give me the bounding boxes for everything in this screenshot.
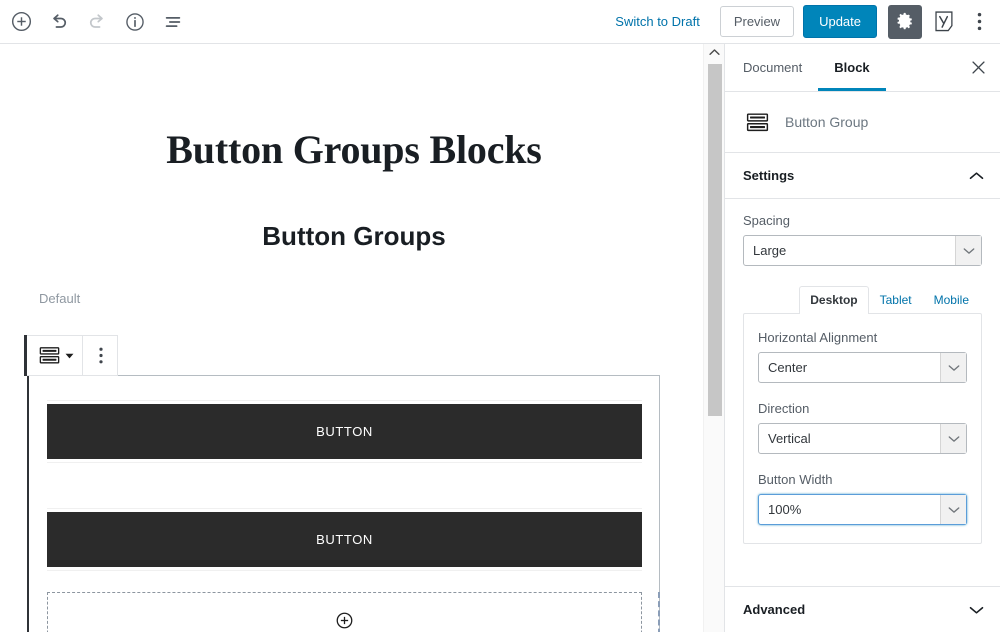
redo-button[interactable] — [78, 4, 116, 40]
block-toolbar — [24, 335, 118, 376]
undo-arrow-icon — [48, 11, 70, 33]
close-sidebar-button[interactable] — [956, 44, 1000, 91]
kebab-menu-icon — [977, 12, 982, 31]
button-item-top-guide — [47, 400, 642, 401]
block-settings-sidebar: Document Block Button Group Settings Spa… — [724, 44, 1000, 632]
list-view-icon — [162, 11, 184, 33]
close-icon — [971, 60, 986, 75]
add-block-button[interactable] — [2, 4, 40, 40]
horizontal-alignment-field: Horizontal Alignment Center — [758, 330, 967, 383]
spacing-value: Large — [753, 243, 787, 258]
button-item-bottom-guide — [47, 462, 642, 463]
chevron-down-icon — [955, 236, 981, 265]
device-tab-tablet[interactable]: Tablet — [869, 286, 923, 314]
editor-content: Button Groups Blocks Button Groups Defau… — [0, 44, 708, 632]
advanced-section-header[interactable]: Advanced — [725, 587, 1000, 632]
editor-scrollbar[interactable] — [703, 44, 724, 632]
editor-top-toolbar: Switch to Draft Preview Update — [0, 0, 1000, 44]
button-item-top-guide — [47, 508, 642, 509]
direction-value: Vertical — [768, 431, 811, 446]
block-appender-area[interactable] — [47, 592, 642, 632]
chevron-down-icon — [940, 495, 966, 524]
editor-button-2[interactable]: BUTTON — [47, 512, 642, 567]
block-toolbar-type-group — [27, 336, 83, 375]
direction-field: Direction Vertical — [758, 401, 967, 454]
gear-icon — [896, 12, 915, 31]
button-group-icon — [743, 108, 771, 136]
spacing-field: Spacing Large — [743, 213, 982, 266]
horizontal-alignment-select[interactable]: Center — [758, 352, 967, 383]
button-width-field: Button Width 100% — [758, 472, 967, 525]
section-heading[interactable]: Button Groups — [0, 173, 708, 252]
block-type-switcher-button[interactable] — [35, 339, 76, 372]
yoast-logo-icon — [933, 10, 955, 33]
preview-button[interactable]: Preview — [719, 5, 795, 38]
device-tab-desktop[interactable]: Desktop — [799, 286, 869, 314]
direction-select[interactable]: Vertical — [758, 423, 967, 454]
horizontal-alignment-value: Center — [768, 360, 808, 375]
button-width-label: Button Width — [758, 472, 833, 487]
topbar-left-tools — [0, 4, 192, 40]
more-options-button[interactable] — [963, 5, 995, 39]
tab-block[interactable]: Block — [818, 46, 886, 91]
plus-circle-icon — [10, 10, 33, 33]
selected-block-name: Button Group — [785, 114, 869, 130]
block-navigation-button[interactable] — [154, 4, 192, 40]
button-width-select[interactable]: 100% — [758, 494, 967, 525]
device-settings-panel: Horizontal Alignment Center Direction Ve… — [743, 313, 982, 544]
button-group-icon — [37, 343, 62, 368]
editor-button-1[interactable]: BUTTON — [47, 404, 642, 459]
settings-section-title: Settings — [743, 168, 795, 183]
direction-label: Direction — [758, 401, 810, 416]
chevron-down-icon — [969, 605, 984, 615]
button-width-value: 100% — [768, 502, 802, 517]
block-toolbar-options-group — [83, 336, 117, 375]
chevron-down-icon — [940, 424, 966, 453]
scroll-up-arrow-icon[interactable] — [704, 44, 725, 61]
settings-section-header[interactable]: Settings — [725, 153, 1000, 199]
block-variant-region: Default — [27, 290, 660, 308]
sidebar-tabs: Document Block — [725, 44, 1000, 92]
device-tab-mobile[interactable]: Mobile — [923, 286, 980, 314]
wordpress-block-editor: Switch to Draft Preview Update Button Gr… — [0, 0, 1000, 632]
yoast-seo-button[interactable] — [927, 5, 961, 39]
spacing-select[interactable]: Large — [743, 235, 982, 266]
button-block-item[interactable]: BUTTON — [47, 400, 642, 463]
advanced-section-title: Advanced — [743, 602, 806, 617]
info-circle-icon — [124, 11, 146, 33]
block-variant-label: Default — [39, 291, 81, 306]
button-block-item[interactable]: BUTTON — [47, 508, 642, 571]
chevron-down-icon — [65, 351, 74, 360]
advanced-section: Advanced — [725, 586, 1000, 632]
topbar-right-actions: Switch to Draft Preview Update — [605, 4, 1000, 39]
button-item-bottom-guide — [47, 570, 642, 571]
settings-section-body: Spacing Large Desktop Tablet Mobile Hori… — [725, 199, 1000, 544]
editor-canvas-region: Button Groups Blocks Button Groups Defau… — [0, 44, 724, 632]
content-info-button[interactable] — [116, 4, 154, 40]
spacing-label: Spacing — [743, 213, 790, 228]
chevron-up-icon — [969, 171, 984, 181]
page-title[interactable]: Button Groups Blocks — [0, 44, 708, 173]
undo-button[interactable] — [40, 4, 78, 40]
selected-block-card: Button Group — [725, 92, 1000, 153]
button-group-block[interactable]: BUTTON BUTTON — [27, 375, 660, 632]
switch-to-draft-button[interactable]: Switch to Draft — [605, 8, 710, 35]
redo-arrow-icon — [86, 11, 108, 33]
tab-document[interactable]: Document — [727, 46, 818, 91]
editor-scrollbar-thumb[interactable] — [708, 64, 722, 416]
horizontal-alignment-label: Horizontal Alignment — [758, 330, 878, 345]
update-button[interactable]: Update — [803, 4, 877, 39]
settings-toggle-button[interactable] — [888, 4, 922, 39]
chevron-down-icon — [940, 353, 966, 382]
block-more-options-button[interactable] — [91, 343, 111, 368]
add-button-appender[interactable] — [333, 608, 357, 632]
device-tabs: Desktop Tablet Mobile — [743, 286, 982, 314]
kebab-menu-icon — [99, 347, 103, 364]
plus-circle-icon — [335, 611, 354, 630]
